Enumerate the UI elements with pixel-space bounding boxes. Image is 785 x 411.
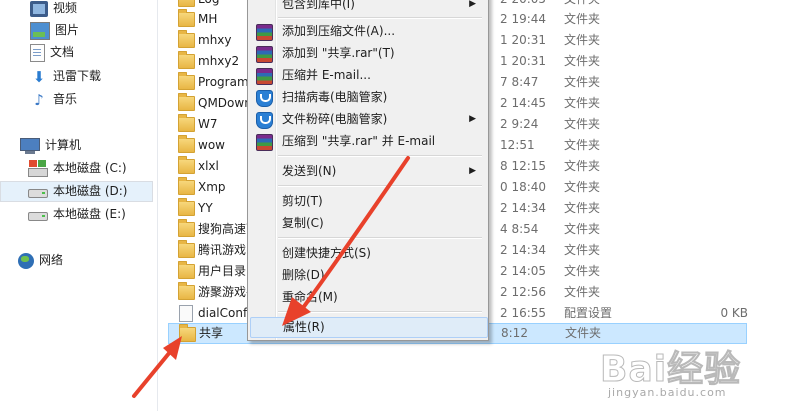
watermark-url: jingyan.baidu.com: [608, 386, 727, 399]
arrow-to-properties: [282, 156, 410, 326]
baidu-jingyan-watermark: Bai经验 jingyan.baidu.com: [599, 338, 780, 408]
watermark-brand: Bai经验: [599, 349, 742, 391]
arrow-to-shared-folder: [132, 336, 182, 398]
